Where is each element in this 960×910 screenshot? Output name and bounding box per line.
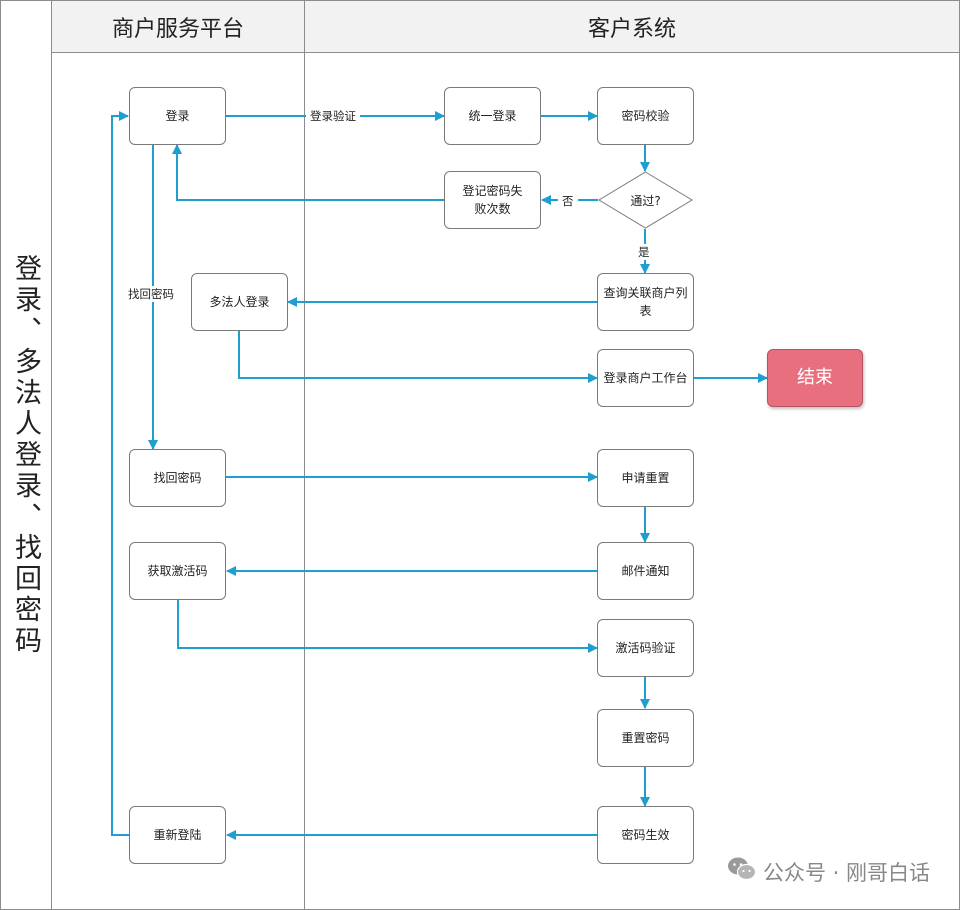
watermark: 公众号 · 刚哥白话 (727, 856, 930, 887)
node-verify-code: 激活码验证 (597, 619, 694, 677)
node-unified-login: 统一登录 (444, 87, 541, 145)
node-apply-reset: 申请重置 (597, 449, 694, 507)
edge-fail-to-login (172, 144, 444, 201)
decision-label: 通过? (630, 193, 661, 208)
node-pwd-effective: 密码生效 (597, 806, 694, 864)
node-enter-workbench: 登录商户工作台 (597, 349, 694, 407)
node-get-code: 获取激活码 (129, 542, 226, 600)
edge-label-yes: 是 (634, 244, 654, 260)
node-passed-decision: 通过? (598, 171, 693, 229)
swimlane-diagram: 登录、多法人登录、找回密码 商户服务平台 客户系统 登录验证 否 是 找回密码 … (0, 0, 960, 910)
node-relogin: 重新登陆 (129, 806, 226, 864)
edge-label-find-pwd: 找回密码 (124, 286, 178, 302)
node-login: 登录 (129, 87, 226, 145)
edge-label-no: 否 (558, 193, 578, 209)
edge-relogin-to-login (111, 111, 129, 836)
node-find-pwd: 找回密码 (129, 449, 226, 507)
node-mail-notice: 邮件通知 (597, 542, 694, 600)
edge-multi-to-workbench (238, 331, 598, 383)
node-end: 结束 (767, 349, 863, 407)
node-reset-pwd: 重置密码 (597, 709, 694, 767)
node-query-list: 查询关联商户列表 (597, 273, 694, 331)
node-record-fail: 登记密码失败次数 (444, 171, 541, 229)
node-multi-login: 多法人登录 (191, 273, 288, 331)
edge-label-login-verify: 登录验证 (306, 108, 360, 124)
wechat-icon (727, 856, 757, 887)
edge-getcode-to-verify (177, 600, 598, 653)
watermark-text: 公众号 · 刚哥白话 (762, 860, 930, 885)
node-pwd-check: 密码校验 (597, 87, 694, 145)
